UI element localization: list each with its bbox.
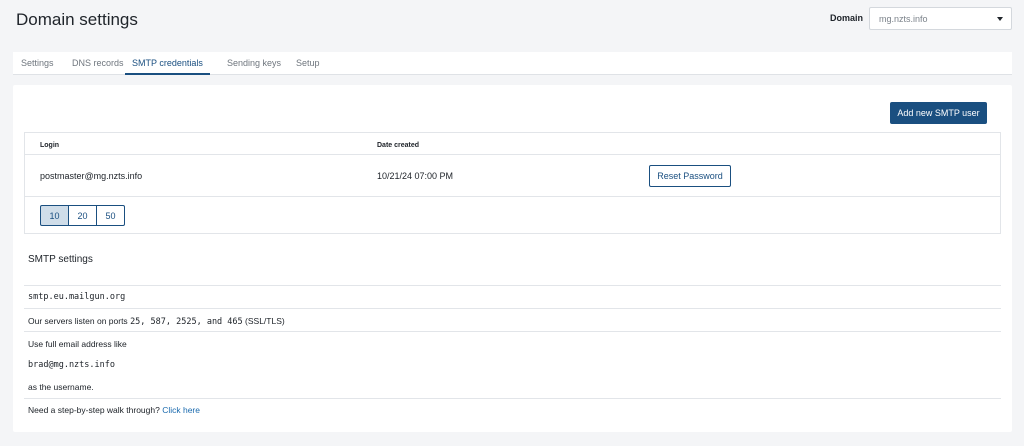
username-example: brad@mg.nzts.info — [28, 360, 115, 370]
chevron-down-icon — [997, 17, 1003, 21]
ports-suffix: (SSL/TLS) — [245, 316, 285, 326]
login-cell: postmaster@mg.nzts.info — [40, 171, 143, 181]
walkthrough-info: Need a step-by-step walk through? Click … — [28, 405, 200, 415]
column-header-login: Login — [40, 142, 60, 149]
click-here-link[interactable]: Click here — [162, 405, 200, 415]
walkthrough-text: Need a step-by-step walk through? — [28, 405, 160, 415]
tab-bar: Settings DNS records SMTP credentials Se… — [13, 52, 1012, 75]
page-title: Domain settings — [16, 10, 138, 29]
domain-select-value: mg.nzts.info — [879, 13, 928, 24]
ports-prefix: Our servers listen on ports — [28, 316, 128, 326]
page-size-20-button[interactable]: 20 — [68, 205, 97, 226]
smtp-host: smtp.eu.mailgun.org — [28, 292, 126, 302]
divider — [24, 398, 1001, 399]
tab-smtp-credentials[interactable]: SMTP credentials — [125, 52, 210, 75]
divider — [24, 331, 1001, 332]
column-header-date-created: Date created — [377, 142, 420, 149]
ports-list: 25, 587, 2525, and 465 — [130, 317, 243, 327]
add-smtp-user-button[interactable]: Add new SMTP user — [890, 102, 987, 124]
divider — [24, 308, 1001, 309]
date-created-cell: 10/21/24 07:00 PM — [377, 171, 454, 181]
ports-info: Our servers listen on ports 25, 587, 252… — [28, 316, 285, 327]
username-outro: as the username. — [28, 382, 94, 392]
page-size-selector: 10 20 50 — [40, 205, 125, 226]
username-intro: Use full email address like — [28, 339, 127, 349]
page-size-10-button[interactable]: 10 — [40, 205, 69, 226]
reset-password-button[interactable]: Reset Password — [649, 165, 731, 187]
divider — [24, 285, 1001, 286]
domain-label: Domain — [830, 13, 864, 23]
tab-settings[interactable]: Settings — [21, 52, 54, 75]
smtp-settings-title: SMTP settings — [28, 254, 93, 265]
domain-select[interactable]: mg.nzts.info — [869, 7, 1012, 30]
tab-setup[interactable]: Setup — [296, 52, 320, 75]
credentials-table: Login Date created postmaster@mg.nzts.in… — [24, 132, 1001, 234]
tab-sending-keys[interactable]: Sending keys — [227, 52, 281, 75]
smtp-credentials-panel: Add new SMTP user Login Date created pos… — [13, 85, 1012, 432]
table-row: postmaster@mg.nzts.info 10/21/24 07:00 P… — [25, 154, 1000, 197]
tab-dns-records[interactable]: DNS records — [72, 52, 124, 75]
page-size-50-button[interactable]: 50 — [96, 205, 125, 226]
